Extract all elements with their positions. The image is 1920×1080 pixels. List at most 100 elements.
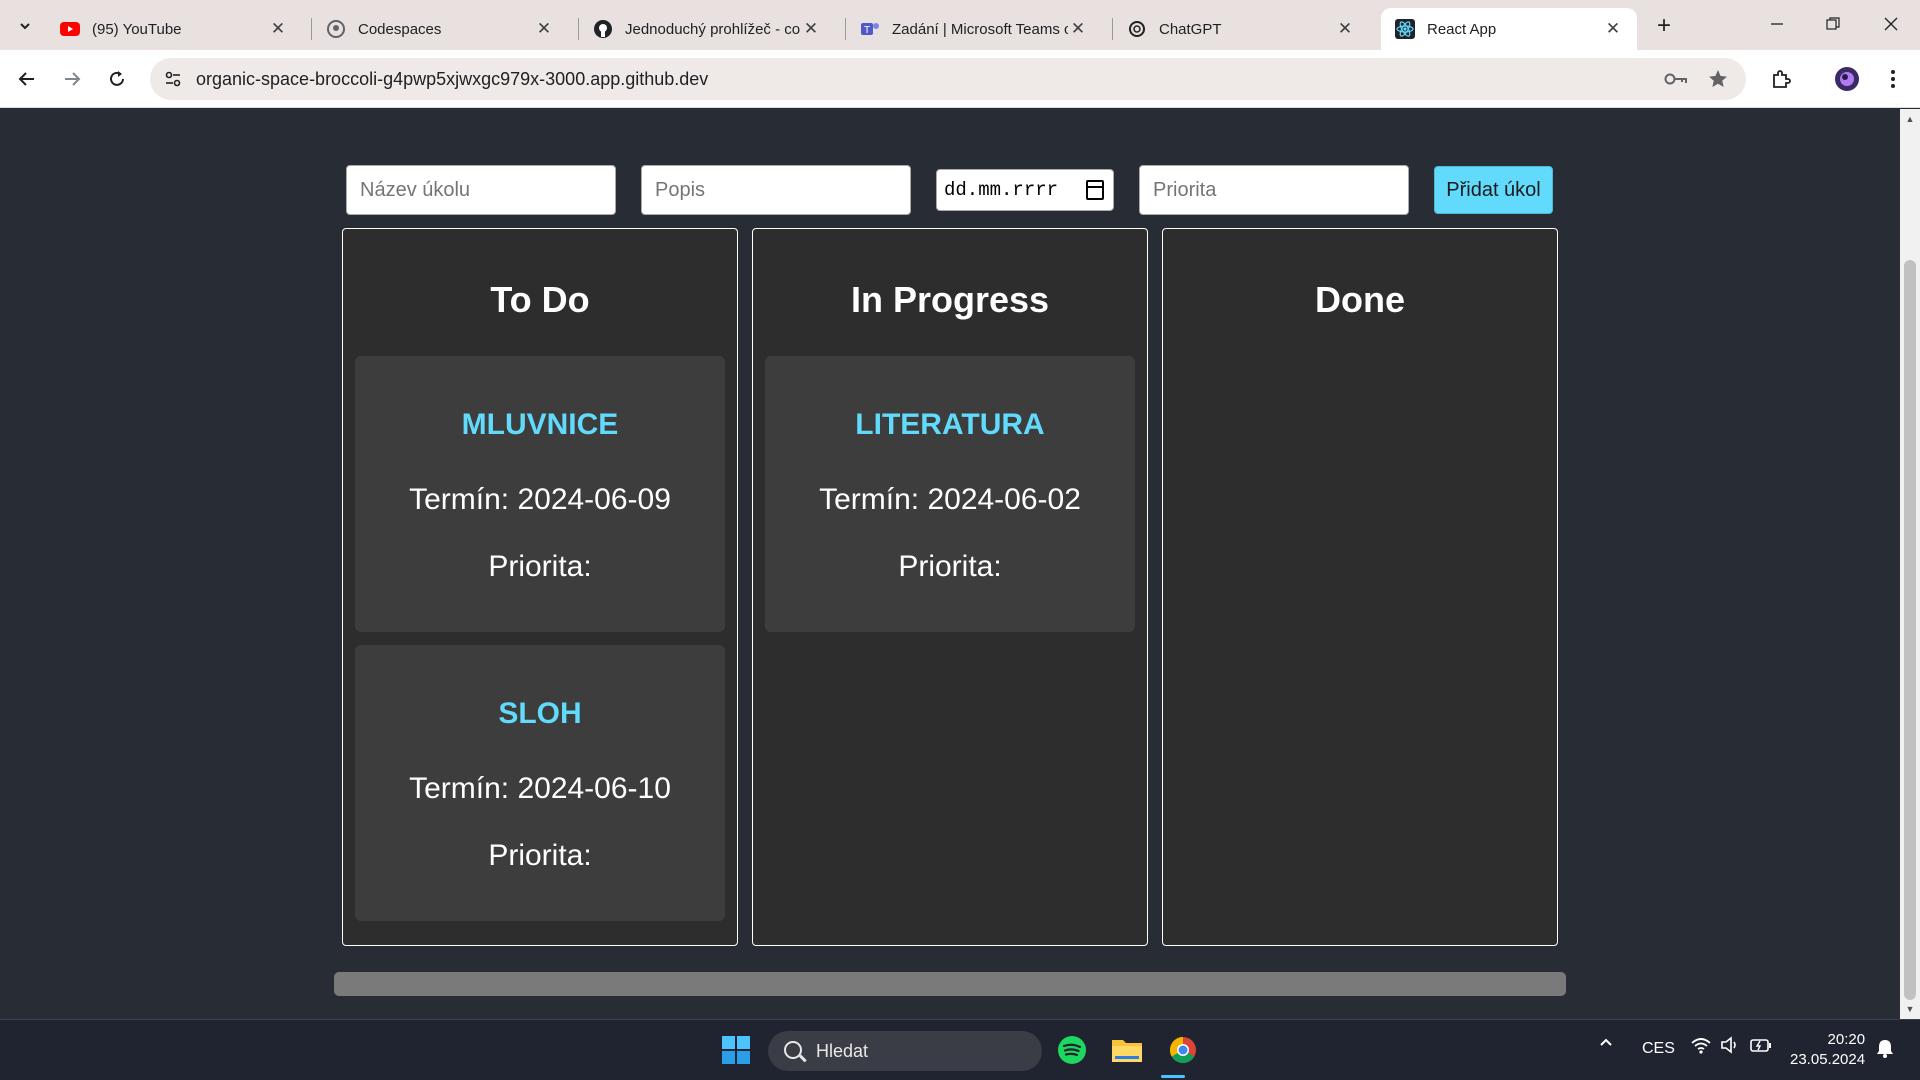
minimize-button[interactable] bbox=[1762, 10, 1792, 38]
tab-strip: (95) YouTube ✕ Codespaces ✕ Jednoduchý p… bbox=[0, 0, 1920, 50]
site-settings-icon[interactable] bbox=[162, 68, 184, 90]
clock-time: 20:20 bbox=[1827, 1031, 1866, 1048]
windows-start-button[interactable] bbox=[716, 1030, 756, 1070]
task-name: SLOH bbox=[498, 697, 582, 730]
horizontal-scrollbar[interactable] bbox=[334, 972, 1566, 996]
react-icon bbox=[1395, 19, 1415, 39]
spotify-app[interactable] bbox=[1052, 1030, 1092, 1070]
back-button[interactable] bbox=[10, 62, 44, 96]
task-date-input[interactable]: dd.mm.rrrr bbox=[936, 169, 1114, 211]
task-name-input[interactable]: Název úkolu bbox=[346, 165, 616, 215]
tab-github-browser[interactable]: Jednoduchý prohlížeč - co ✕ bbox=[579, 8, 835, 50]
tab-youtube[interactable]: (95) YouTube ✕ bbox=[46, 8, 302, 50]
new-tab-button[interactable]: + bbox=[1650, 12, 1678, 40]
password-key-icon[interactable] bbox=[1664, 68, 1688, 90]
tab-codespaces[interactable]: Codespaces ✕ bbox=[312, 8, 568, 50]
close-tab-icon[interactable]: ✕ bbox=[268, 19, 288, 39]
scroll-up-arrow[interactable]: ▲ bbox=[1904, 114, 1916, 124]
task-card[interactable]: MLUVNICE Termín: 2024-06-09 Priorita: bbox=[355, 356, 725, 632]
extensions-button[interactable] bbox=[1764, 62, 1798, 96]
chevron-down-icon bbox=[20, 23, 30, 30]
page-heading-clipped bbox=[900, 109, 1000, 121]
notification-bell-icon[interactable] bbox=[1876, 1038, 1894, 1063]
youtube-icon bbox=[60, 19, 80, 39]
scroll-down-arrow[interactable]: ▼ bbox=[1904, 1004, 1916, 1014]
close-tab-icon[interactable]: ✕ bbox=[534, 19, 554, 39]
svg-text:T: T bbox=[864, 25, 870, 36]
system-clock[interactable]: 20:20 23.05.2024 bbox=[1790, 1030, 1865, 1070]
search-icon bbox=[784, 1041, 802, 1059]
close-tab-icon[interactable]: ✕ bbox=[801, 19, 821, 39]
file-explorer-app[interactable] bbox=[1107, 1030, 1147, 1070]
close-tab-icon[interactable]: ✕ bbox=[1603, 19, 1623, 39]
task-card[interactable]: LITERATURA Termín: 2024-06-02 Priorita: bbox=[765, 356, 1135, 632]
spotify-icon bbox=[1058, 1036, 1086, 1064]
close-window-button[interactable] bbox=[1876, 10, 1906, 38]
date-input-value: dd.mm.rrrr bbox=[944, 179, 1059, 201]
task-due-date: Termín: 2024-06-02 bbox=[819, 483, 1081, 516]
tab-teams[interactable]: T Zadání | Microsoft Teams c ✕ bbox=[846, 8, 1102, 50]
avatar-icon bbox=[1835, 67, 1859, 91]
chatgpt-icon bbox=[1127, 19, 1147, 39]
minimize-icon bbox=[1771, 23, 1783, 25]
chrome-app[interactable] bbox=[1163, 1030, 1203, 1070]
url-text: organic-space-broccoli-g4pwp5xjwxgc979x-… bbox=[196, 69, 709, 89]
profile-avatar[interactable] bbox=[1830, 62, 1864, 96]
calendar-icon[interactable] bbox=[1086, 180, 1104, 200]
language-indicator[interactable]: CES bbox=[1642, 1040, 1675, 1058]
teams-icon: T bbox=[860, 19, 880, 39]
github-icon bbox=[326, 19, 346, 39]
browser-menu-button[interactable] bbox=[1876, 62, 1910, 96]
restore-button[interactable] bbox=[1818, 10, 1848, 38]
scrollbar-thumb[interactable] bbox=[1904, 260, 1916, 1000]
column-todo: To Do MLUVNICE Termín: 2024-06-09 Priori… bbox=[342, 228, 738, 946]
more-vert-icon bbox=[1891, 70, 1895, 88]
active-app-indicator bbox=[1161, 1075, 1185, 1078]
task-priority: Priorita: bbox=[488, 550, 592, 583]
task-description-input[interactable]: Popis bbox=[641, 165, 911, 215]
browser-toolbar: organic-space-broccoli-g4pwp5xjwxgc979x-… bbox=[0, 50, 1920, 108]
tab-react-app[interactable]: React App ✕ bbox=[1381, 8, 1637, 50]
tab-title: Codespaces bbox=[358, 20, 442, 38]
task-card[interactable]: SLOH Termín: 2024-06-10 Priorita: bbox=[355, 645, 725, 921]
tab-title: Zadání | Microsoft Teams c bbox=[892, 20, 1068, 38]
battery-icon[interactable] bbox=[1750, 1037, 1772, 1058]
taskbar-search[interactable]: Hledat bbox=[768, 1031, 1042, 1071]
reload-button[interactable] bbox=[100, 62, 134, 96]
puzzle-icon bbox=[1773, 70, 1791, 88]
tab-chatgpt[interactable]: ChatGPT ✕ bbox=[1113, 8, 1369, 50]
column-in-progress: In Progress LITERATURA Termín: 2024-06-0… bbox=[752, 228, 1148, 946]
task-priority: Priorita: bbox=[488, 839, 592, 872]
task-priority: Priorita: bbox=[898, 550, 1002, 583]
close-tab-icon[interactable]: ✕ bbox=[1335, 19, 1355, 39]
taskbar: Hledat CES 20:20 23.05.2024 bbox=[0, 1019, 1920, 1080]
show-hidden-icons-button[interactable] bbox=[1598, 1034, 1614, 1055]
wifi-icon[interactable] bbox=[1690, 1036, 1712, 1059]
chrome-icon bbox=[1169, 1036, 1196, 1064]
column-title: To Do bbox=[490, 279, 590, 320]
tab-title: React App bbox=[1427, 20, 1497, 38]
search-label: Hledat bbox=[816, 1040, 869, 1061]
task-priority-input[interactable]: Priorita bbox=[1139, 165, 1409, 215]
close-tab-icon[interactable]: ✕ bbox=[1068, 19, 1088, 39]
column-done: Done bbox=[1162, 228, 1558, 946]
reload-icon bbox=[110, 71, 124, 86]
bookmark-star-icon[interactable] bbox=[1706, 68, 1730, 90]
page-content: Název úkolu Popis dd.mm.rrrr Priorita Př… bbox=[0, 109, 1900, 1019]
tab-title: (95) YouTube bbox=[92, 20, 182, 38]
restore-icon bbox=[1826, 17, 1840, 30]
tab-search-menu-button[interactable] bbox=[10, 11, 40, 41]
forward-button[interactable] bbox=[55, 62, 89, 96]
column-title: Done bbox=[1315, 279, 1405, 320]
windows-logo-icon bbox=[722, 1036, 750, 1064]
close-icon bbox=[1884, 17, 1898, 31]
task-name: MLUVNICE bbox=[461, 408, 619, 441]
arrow-left-icon bbox=[18, 72, 34, 86]
add-task-button[interactable]: Přidat úkol bbox=[1434, 166, 1553, 214]
task-due-date: Termín: 2024-06-10 bbox=[409, 772, 671, 805]
task-due-date: Termín: 2024-06-09 bbox=[409, 483, 671, 516]
github-icon bbox=[593, 19, 613, 39]
chevron-up-icon bbox=[1600, 1038, 1612, 1046]
volume-icon[interactable] bbox=[1720, 1036, 1740, 1059]
address-bar[interactable]: organic-space-broccoli-g4pwp5xjwxgc979x-… bbox=[150, 58, 1746, 100]
